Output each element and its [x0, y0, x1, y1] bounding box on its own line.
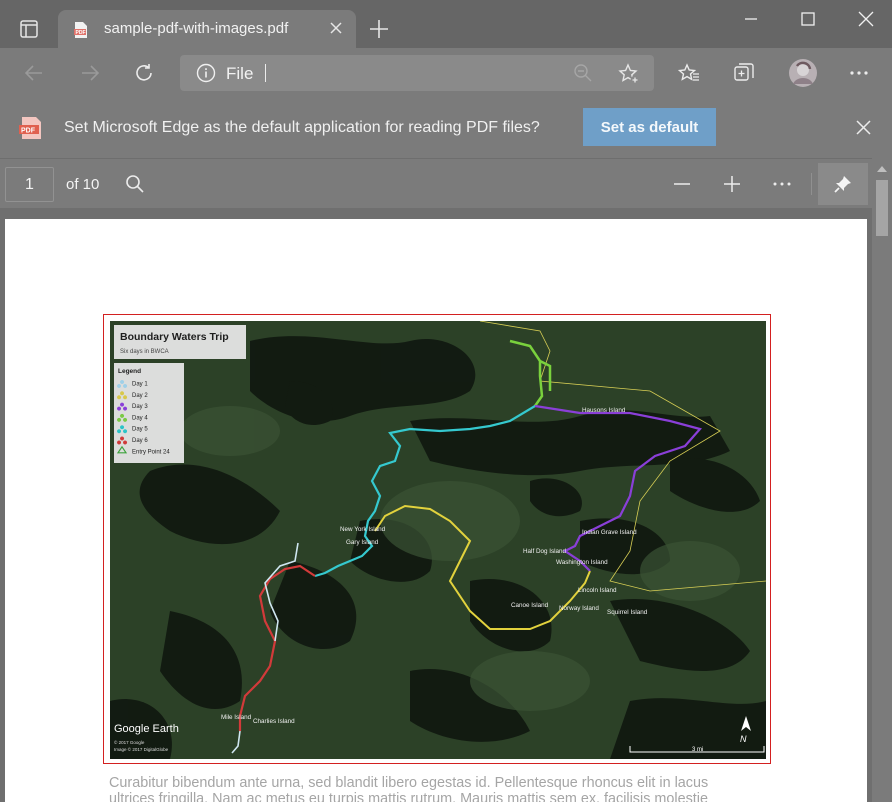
pin-icon	[834, 176, 851, 193]
vertical-scrollbar[interactable]	[872, 158, 892, 802]
page-count-label: of 10	[66, 176, 100, 193]
legend-item-label: Day 4	[132, 415, 148, 421]
place-label: Indian Grave Island	[582, 529, 637, 536]
close-tab-icon[interactable]	[328, 20, 344, 36]
figure-frame: Boundary Waters Trip Six days in BWCA Le…	[103, 314, 771, 764]
place-label: Gary Island	[346, 539, 379, 546]
place-label: Canoe Island	[511, 602, 549, 609]
pdf-page: Boundary Waters Trip Six days in BWCA Le…	[5, 219, 867, 802]
place-label: Norway Island	[559, 605, 599, 612]
map-subtitle: Six days in BWCA	[120, 349, 169, 355]
map-legend-box	[114, 363, 184, 463]
pin-toolbar-button[interactable]	[818, 163, 868, 205]
place-label: Squirrel Island	[607, 609, 648, 616]
maximize-icon[interactable]	[797, 8, 819, 30]
pdf-toolbar: 1 of 10	[0, 158, 872, 208]
scrollbar-thumb[interactable]	[876, 180, 888, 236]
page-number-input[interactable]: 1	[5, 167, 54, 202]
place-label: Lincoln Island	[578, 587, 617, 594]
close-infobar-icon[interactable]	[855, 119, 872, 136]
place-label: Half Dog Island	[523, 548, 567, 555]
pdf-icon: PDF	[19, 117, 41, 139]
svg-text:PDF: PDF	[76, 30, 86, 36]
favorites-icon[interactable]	[676, 60, 702, 86]
svg-text:PDF: PDF	[21, 128, 36, 135]
legend-item-label: Day 2	[132, 393, 148, 399]
body-paragraph: Curabitur bibendum ante urna, sed blandi…	[109, 775, 765, 802]
legend-item-label: Day 1	[132, 382, 148, 388]
svg-text:N: N	[740, 734, 747, 744]
tab-title: sample-pdf-with-images.pdf	[104, 20, 289, 37]
body-line-2: ultrices fringilla. Nam ac metus eu turp…	[109, 791, 708, 802]
new-tab-icon[interactable]	[368, 18, 390, 40]
pdf-viewer: Boundary Waters Trip Six days in BWCA Le…	[0, 208, 872, 802]
google-earth-logo: Google Earth	[114, 723, 179, 735]
navigation-toolbar: File	[0, 48, 892, 98]
profile-avatar-icon[interactable]	[788, 58, 818, 88]
satellite-map-image: Boundary Waters Trip Six days in BWCA Le…	[110, 321, 766, 759]
zoom-in-button[interactable]	[721, 173, 743, 195]
address-text: File	[226, 64, 254, 83]
svg-text:3 mi: 3 mi	[692, 747, 703, 753]
copyright-imagery: Image © 2017 DigitalGlobe	[114, 746, 169, 752]
minimize-icon[interactable]	[740, 8, 762, 30]
scroll-up-icon[interactable]	[877, 166, 887, 172]
address-bar[interactable]: File	[180, 55, 654, 91]
copyright-google: © 2017 Google	[114, 739, 145, 745]
zoom-out-icon[interactable]	[573, 63, 593, 83]
info-icon[interactable]	[196, 63, 216, 83]
zoom-out-button[interactable]	[671, 173, 693, 195]
infobar-message: Set Microsoft Edge as the default applic…	[64, 119, 540, 136]
place-label: New York Island	[340, 526, 386, 533]
legend-item-label: Entry Point 24	[132, 449, 170, 455]
pdf-file-icon: PDF	[74, 22, 87, 38]
text-caret	[265, 64, 266, 82]
tab-bar: PDF sample-pdf-with-images.pdf	[0, 0, 892, 48]
legend-item-label: Day 5	[132, 427, 148, 433]
place-label: Washington Island	[556, 559, 608, 566]
map-title: Boundary Waters Trip	[120, 331, 229, 343]
add-favorite-icon[interactable]	[617, 62, 641, 86]
collections-icon[interactable]	[731, 60, 757, 86]
legend-item-label: Day 3	[132, 404, 148, 410]
place-label: Mile Island	[221, 714, 252, 721]
refresh-icon[interactable]	[131, 60, 157, 86]
legend-item-label: Day 6	[132, 438, 148, 444]
default-app-infobar: PDF Set Microsoft Edge as the default ap…	[0, 98, 892, 158]
forward-icon[interactable]	[77, 60, 103, 86]
toolbar-divider	[811, 173, 812, 195]
place-label: Hausons Island	[582, 407, 626, 414]
more-options-icon[interactable]	[771, 173, 793, 195]
search-icon[interactable]	[124, 173, 146, 195]
legend-title: Legend	[118, 368, 141, 375]
close-window-icon[interactable]	[855, 8, 877, 30]
set-as-default-button[interactable]: Set as default	[583, 108, 716, 146]
settings-more-icon[interactable]	[846, 60, 872, 86]
body-line-1: Curabitur bibendum ante urna, sed blandi…	[109, 775, 709, 791]
back-icon[interactable]	[21, 60, 47, 86]
place-label: Charlies Island	[253, 718, 295, 725]
tab-actions-icon[interactable]	[14, 14, 44, 44]
tab-active[interactable]: PDF sample-pdf-with-images.pdf	[58, 10, 356, 48]
